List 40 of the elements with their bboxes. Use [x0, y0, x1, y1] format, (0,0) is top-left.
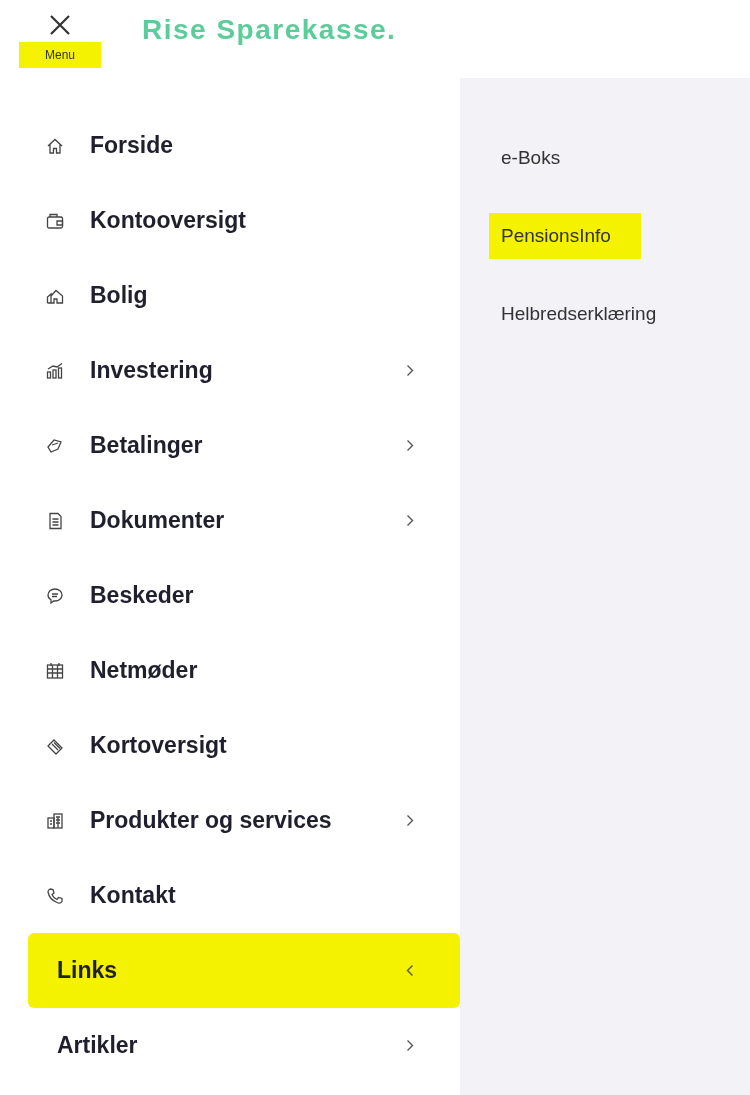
submenu-link[interactable]: e-Boks [501, 147, 561, 169]
submenu-link[interactable]: PensionsInfo [489, 213, 641, 259]
menu-item[interactable]: Netmøder [28, 633, 460, 708]
menu-item[interactable]: Kontakt [28, 858, 460, 933]
menu-item-label: Netmøder [90, 657, 199, 684]
menu-item[interactable]: Bolig [28, 258, 460, 333]
menu-item-label: Bolig [90, 282, 149, 309]
menu-item-label: Beskeder [90, 582, 195, 609]
menu-item-label: Investering [90, 357, 214, 384]
menu-item-label: Kontooversigt [90, 207, 247, 234]
menu-item[interactable]: Kontooversigt [28, 183, 460, 258]
menu-item[interactable]: Kortoversigt [28, 708, 460, 783]
menu-item-label: Links [57, 957, 119, 984]
home-icon [46, 136, 64, 155]
menu-label: Menu [19, 42, 101, 68]
phone-icon [46, 886, 64, 905]
menu-item[interactable]: Forside [28, 108, 460, 183]
menu-item-label: Produkter og services [90, 807, 333, 834]
menu-item[interactable]: Investering [28, 333, 460, 408]
menu-item[interactable]: Dokumenter [28, 483, 460, 558]
menu-item-label: Kortoversigt [90, 732, 228, 759]
bar-chart-icon [46, 361, 64, 380]
menu-item[interactable]: Links [28, 933, 460, 1008]
menu-item-label: Kontakt [90, 882, 177, 909]
wallet-icon [46, 211, 64, 230]
menu-item-label: Dokumenter [90, 507, 226, 534]
close-icon[interactable] [49, 14, 71, 36]
calendar-icon [46, 661, 64, 680]
submenu-link[interactable]: Helbredserklæring [501, 303, 657, 325]
menu-item[interactable]: Produkter og services [28, 783, 460, 858]
building-icon [46, 811, 64, 830]
tag-icon [46, 436, 64, 455]
document-icon [46, 511, 64, 530]
menu-item-label: Forside [90, 132, 175, 159]
menu-item[interactable]: Artikler [28, 1008, 460, 1083]
chat-bubble-icon [46, 586, 64, 605]
menu-item-label: Artikler [57, 1032, 139, 1059]
menu-item[interactable]: Betalinger [28, 408, 460, 483]
menu-item[interactable]: Beskeder [28, 558, 460, 633]
menu-item-label: Betalinger [90, 432, 204, 459]
